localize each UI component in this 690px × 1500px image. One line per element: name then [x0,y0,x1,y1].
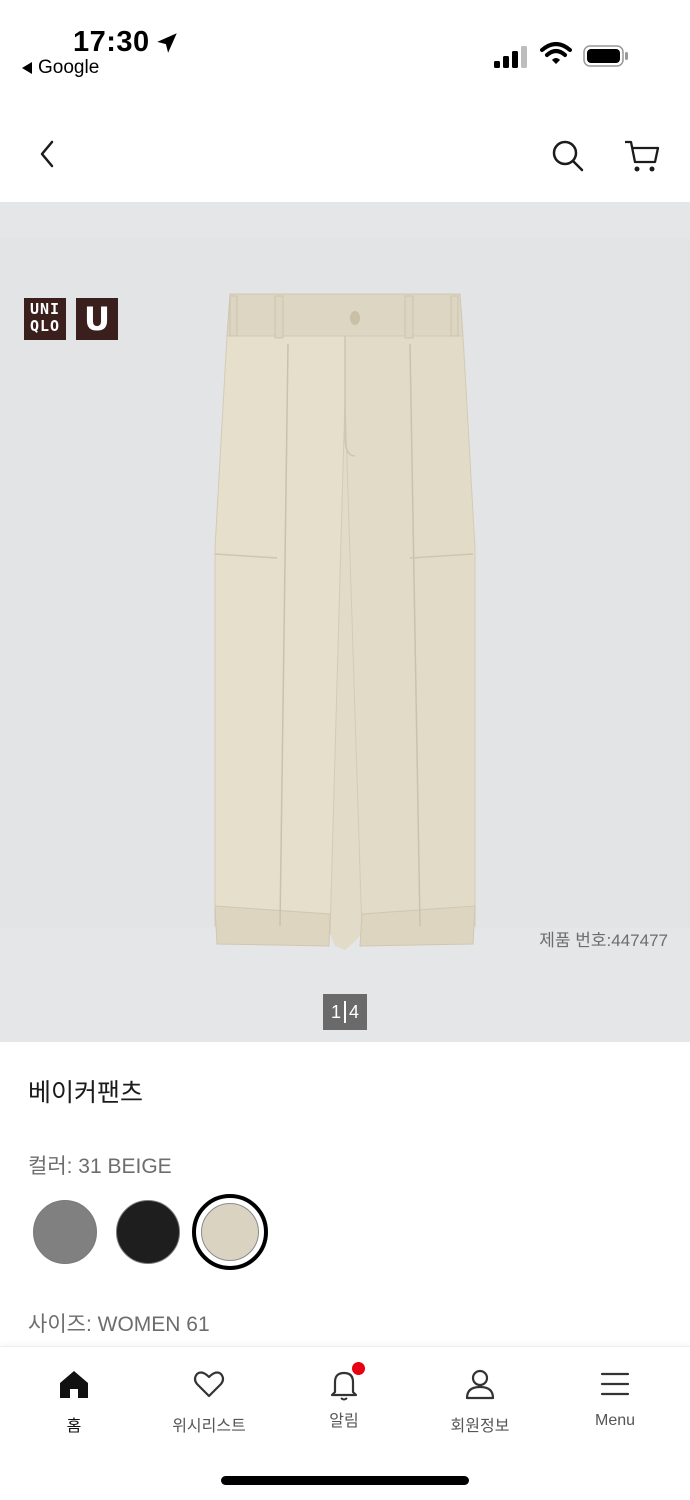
uniqlo-logo: UNI QLO [24,298,66,340]
beige-pants-image [214,293,476,950]
nav-wishlist-label: 위시리스트 [172,1418,246,1435]
color-swatch-black[interactable] [116,1200,180,1264]
wifi-icon [540,42,572,64]
chevron-left-icon[interactable] [30,136,66,172]
nav-menu[interactable]: Menu [560,1367,670,1430]
product-gallery[interactable]: UNI QLO U 제품 번호:447477 1 4 [0,202,690,1042]
pager-total: 4 [349,1001,360,1022]
color-swatch-gray[interactable] [33,1200,97,1264]
cart-icon[interactable] [622,136,662,176]
product-number: 제품 번호:447477 [539,931,668,950]
status-bar: 17:30 Google [0,0,690,90]
uniqlo-u-logo: U [76,298,118,340]
location-arrow-icon [157,33,177,53]
bell-icon-wrap [327,1362,365,1401]
color-swatch-beige-fill [201,1203,259,1261]
color-swatch-beige-selected[interactable] [192,1194,268,1270]
pager-separator [344,1001,346,1023]
back-triangle-icon [22,62,32,74]
status-time: 17:30 [73,26,150,58]
back-app-label: Google [38,57,100,78]
battery-icon [583,45,628,67]
nav-home-label: 홈 [66,1418,82,1435]
nav-home[interactable]: 홈 [19,1367,129,1436]
user-icon [465,1369,495,1400]
color-label: 컬러: 31 BEIGE [28,1155,172,1178]
size-label: 사이즈: WOMEN 61 [28,1313,210,1336]
nav-menu-label: Menu [594,1412,636,1429]
nav-account[interactable]: 회원정보 [425,1367,535,1436]
image-pager: 1 4 [323,994,367,1030]
product-image[interactable]: UNI QLO U [0,238,690,950]
cellular-signal-icon [494,46,527,68]
product-title: 베이커팬츠 [28,1079,144,1107]
pager-current: 1 [330,1001,341,1022]
nav-account-label: 회원정보 [450,1418,510,1435]
nav-notifications[interactable]: 알림 [289,1362,399,1431]
home-indicator[interactable] [221,1476,469,1485]
nav-wishlist[interactable]: 위시리스트 [154,1367,264,1436]
app-header [0,110,690,200]
back-to-app-link[interactable]: Google [22,57,99,79]
home-icon [60,1371,88,1398]
menu-icon [600,1372,630,1396]
search-icon[interactable] [548,136,588,176]
heart-icon [193,1371,225,1398]
nav-notifications-label: 알림 [329,1413,359,1430]
notification-badge [352,1362,365,1375]
